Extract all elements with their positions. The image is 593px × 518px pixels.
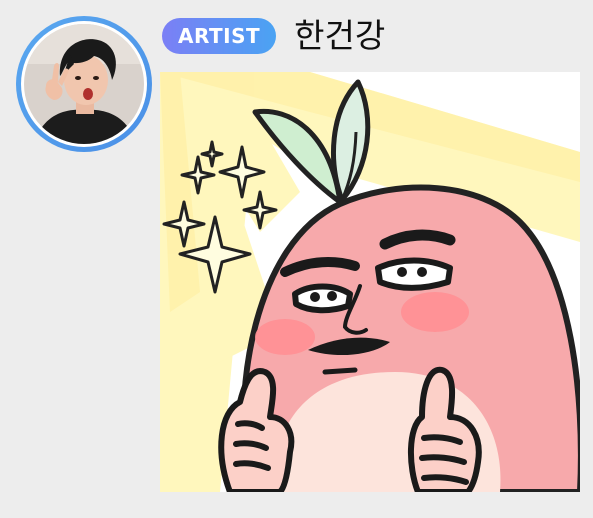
author-name[interactable]: 한건강	[294, 16, 385, 56]
artist-badge: ARTIST	[162, 18, 277, 54]
peach-character-sticker[interactable]	[160, 72, 580, 492]
avatar-gap	[21, 21, 147, 147]
avatar-ring[interactable]	[16, 16, 152, 152]
message-header: ARTIST 한건강	[162, 16, 385, 56]
avatar[interactable]	[24, 24, 144, 144]
